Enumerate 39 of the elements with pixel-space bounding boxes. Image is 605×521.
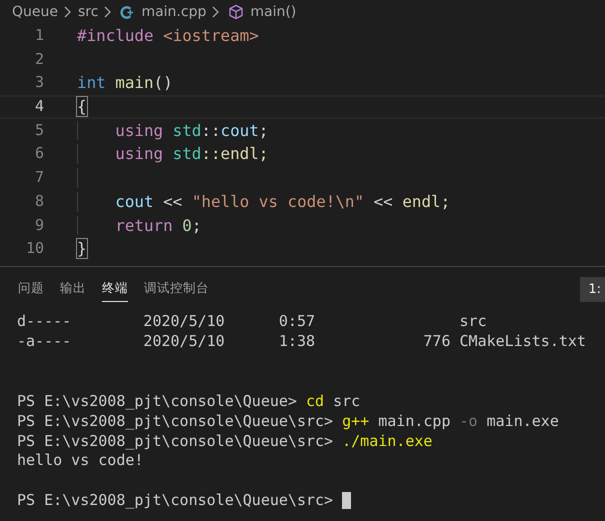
code-line: using std::endl; — [114, 144, 268, 164]
cube-icon — [228, 4, 244, 20]
cpp-file-icon — [120, 4, 136, 20]
line-number: 10 — [24, 239, 44, 259]
terminal-dropdown[interactable]: 1: — [580, 276, 605, 302]
breadcrumb-item[interactable]: Queue — [12, 4, 58, 20]
line-number: 4 — [34, 97, 44, 117]
line-number: 3 — [34, 73, 44, 94]
panel-tab[interactable]: 输出 — [60, 276, 86, 302]
chevron-icon — [104, 6, 112, 18]
line-number: 5 — [34, 120, 44, 140]
line-number: 6 — [34, 144, 44, 164]
code-line: { — [77, 97, 87, 116]
breadcrumb-item[interactable]: main.cpp — [141, 4, 206, 20]
terminal-line: -a---- 2020/5/10 1:38 776 CMakeLists.txt — [17, 332, 586, 352]
breadcrumb-item[interactable]: main() — [250, 4, 296, 20]
line-number: 8 — [34, 192, 44, 212]
terminal-prompt: PS E:\vs2008_pjt\console\Queue\src> — [17, 490, 334, 510]
terminal-line: PS E:\vs2008_pjt\console\Queue\src> ./main.exe — [17, 432, 432, 452]
panel-tab[interactable]: 终端 — [102, 276, 128, 302]
chevron-icon — [64, 6, 72, 18]
line-number: 9 — [34, 216, 44, 236]
code-line: using std::cout; — [114, 120, 268, 140]
code-line: #include <iostream> — [77, 26, 259, 45]
terminal-line: PS E:\vs2008_pjt\console\Queue\src> g++ main.cpp -o main.exe — [17, 412, 559, 432]
code-line: return 0; — [114, 216, 202, 234]
terminal-line: hello vs code! — [17, 451, 144, 472]
line-number: 1 — [34, 26, 44, 46]
line-number: 7 — [34, 168, 44, 188]
panel-tab[interactable]: 调试控制台 — [144, 276, 209, 302]
line-number: 2 — [34, 50, 44, 70]
terminal-line: PS E:\vs2008_pjt\console\Queue> cd src — [17, 392, 360, 412]
code-line: } — [77, 239, 87, 258]
breadcrumb-item[interactable]: src — [78, 4, 98, 20]
terminal-line: d----- 2020/5/10 0:57 src — [17, 312, 487, 332]
code-line: int main() — [77, 73, 173, 92]
code-line: cout << "hello vs code!\n" << endl; — [114, 192, 450, 211]
chevron-icon — [212, 6, 220, 18]
panel-tab[interactable]: 问题 — [18, 276, 44, 302]
